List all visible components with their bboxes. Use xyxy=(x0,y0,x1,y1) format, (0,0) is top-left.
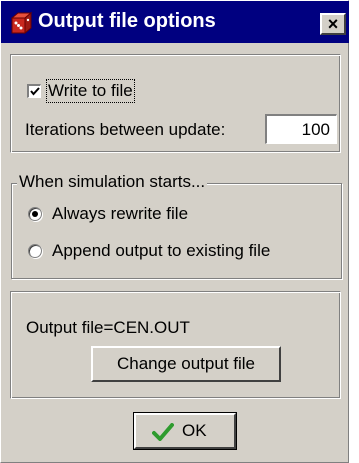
always-rewrite-label[interactable]: Always rewrite file xyxy=(52,204,188,224)
append-output-radio[interactable] xyxy=(28,244,42,258)
simulation-start-legend: When simulation starts... xyxy=(17,172,208,192)
close-button[interactable]: × xyxy=(320,13,346,35)
output-file-panel: Output file=CEN.OUT Change output file xyxy=(10,291,341,399)
close-icon: × xyxy=(327,14,339,34)
ok-label: OK xyxy=(182,421,207,440)
output-panel: Write to file Iterations between update: xyxy=(10,54,341,153)
ok-button[interactable]: OK xyxy=(133,412,237,450)
iterations-label: Iterations between update: xyxy=(25,120,226,139)
title-bar[interactable]: Output file options × xyxy=(1,1,349,43)
checkmark-icon xyxy=(30,87,40,96)
append-output-label[interactable]: Append output to existing file xyxy=(52,241,270,261)
check-icon xyxy=(152,423,174,441)
window-title: Output file options xyxy=(38,10,216,32)
simulation-start-group xyxy=(11,183,342,279)
change-output-file-button[interactable]: Change output file xyxy=(91,346,281,382)
output-file-text: Output file=CEN.OUT xyxy=(26,318,190,337)
write-to-file-label[interactable]: Write to file xyxy=(46,79,135,103)
write-to-file-checkbox[interactable] xyxy=(27,84,41,98)
iterations-input[interactable] xyxy=(265,114,337,144)
radio-selected-dot xyxy=(32,211,38,217)
change-output-file-label: Change output file xyxy=(117,354,255,373)
output-file-options-dialog: Output file options × Write to file Iter… xyxy=(0,0,349,463)
always-rewrite-radio[interactable] xyxy=(28,207,42,221)
app-icon xyxy=(11,12,33,34)
